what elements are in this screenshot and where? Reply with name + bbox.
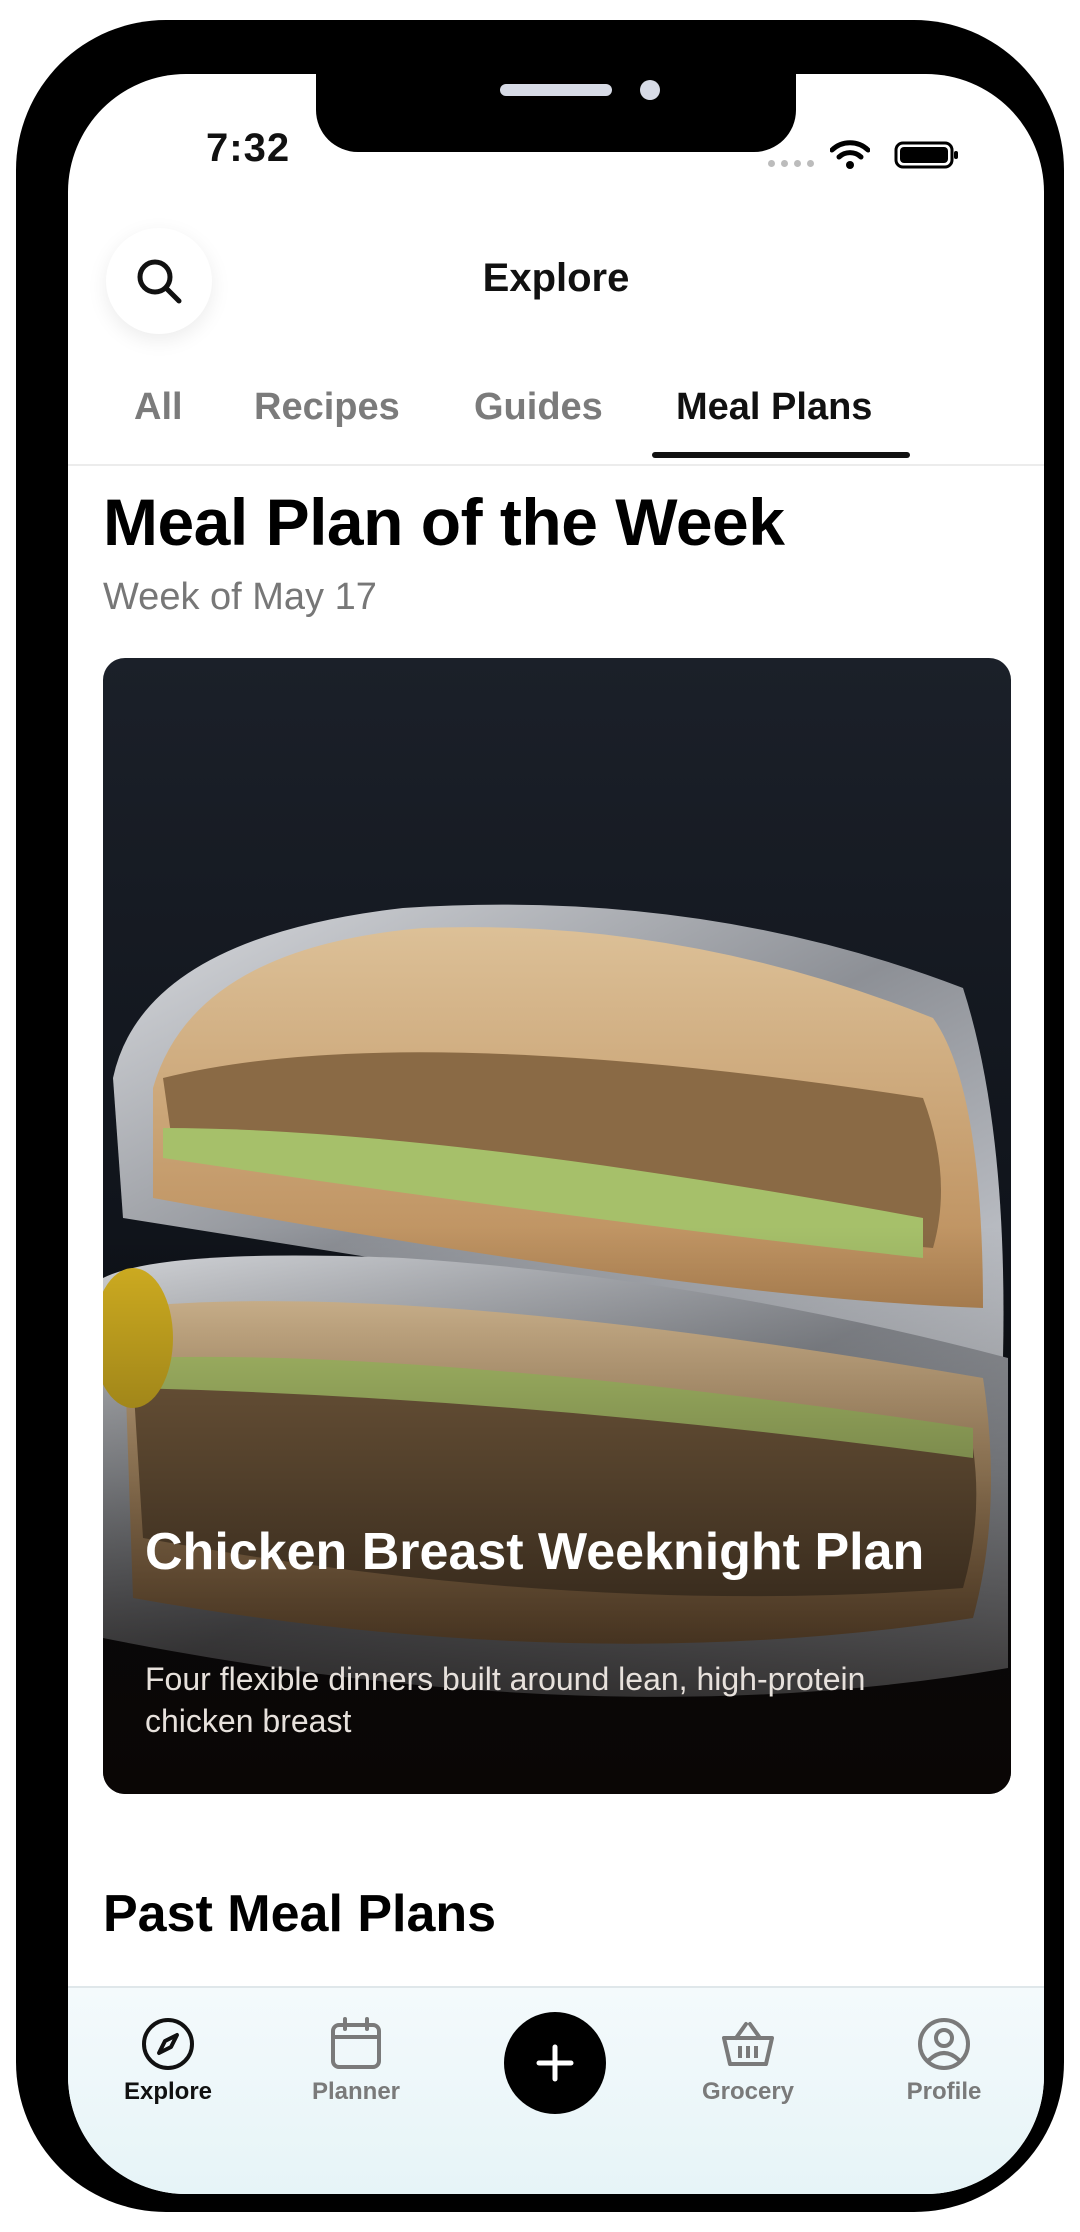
- nav-profile-label: Profile: [906, 2078, 982, 2105]
- device-bezel: 7:32 Explore All Recipes Guides Meal Pla…: [16, 20, 1064, 2212]
- wifi-icon: [830, 140, 870, 169]
- past-meal-plans-heading: Past Meal Plans: [103, 1885, 497, 1943]
- tab-all[interactable]: All: [134, 386, 183, 429]
- nav-grocery-label: Grocery: [701, 2078, 795, 2105]
- nav-profile[interactable]: Profile: [864, 2016, 1024, 2106]
- add-button[interactable]: [504, 2012, 606, 2114]
- nav-explore[interactable]: Explore: [88, 2016, 248, 2106]
- user-circle-icon: [918, 2018, 970, 2070]
- bottom-navigation: Explore Planner Grocery Profile: [68, 1986, 1044, 2194]
- nav-planner-label: Planner: [311, 2078, 401, 2105]
- tab-recipes[interactable]: Recipes: [254, 386, 400, 429]
- status-time: 7:32: [206, 126, 291, 170]
- featured-meal-plan-card[interactable]: Chicken Breast Weeknight Plan Four flexi…: [103, 658, 1011, 1794]
- signal-icon: [768, 160, 814, 167]
- basket-icon: [722, 2022, 774, 2066]
- app-screen: 7:32 Explore All Recipes Guides Meal Pla…: [68, 74, 1044, 2194]
- nav-planner[interactable]: Planner: [276, 2016, 436, 2106]
- card-gradient-overlay: [103, 658, 1011, 1794]
- nav-explore-label: Explore: [123, 2078, 213, 2105]
- tab-guides[interactable]: Guides: [474, 386, 603, 429]
- nav-grocery[interactable]: Grocery: [668, 2016, 828, 2106]
- section-subtitle: Week of May 17: [103, 576, 377, 618]
- page-title: Explore: [482, 256, 630, 300]
- plus-icon: [536, 2044, 574, 2082]
- speaker-grille: [500, 84, 612, 96]
- active-tab-indicator: [652, 452, 910, 458]
- card-description: Four flexible dinners built around lean,…: [145, 1661, 866, 1739]
- section-title: Meal Plan of the Week: [103, 485, 785, 559]
- card-title: Chicken Breast Weeknight Plan: [145, 1523, 925, 1581]
- battery-icon: [894, 141, 958, 169]
- device-notch: [316, 74, 796, 152]
- compass-icon: [142, 2018, 194, 2070]
- tab-meal-plans[interactable]: Meal Plans: [676, 386, 872, 429]
- front-camera: [640, 80, 660, 100]
- calendar-icon: [331, 2017, 381, 2069]
